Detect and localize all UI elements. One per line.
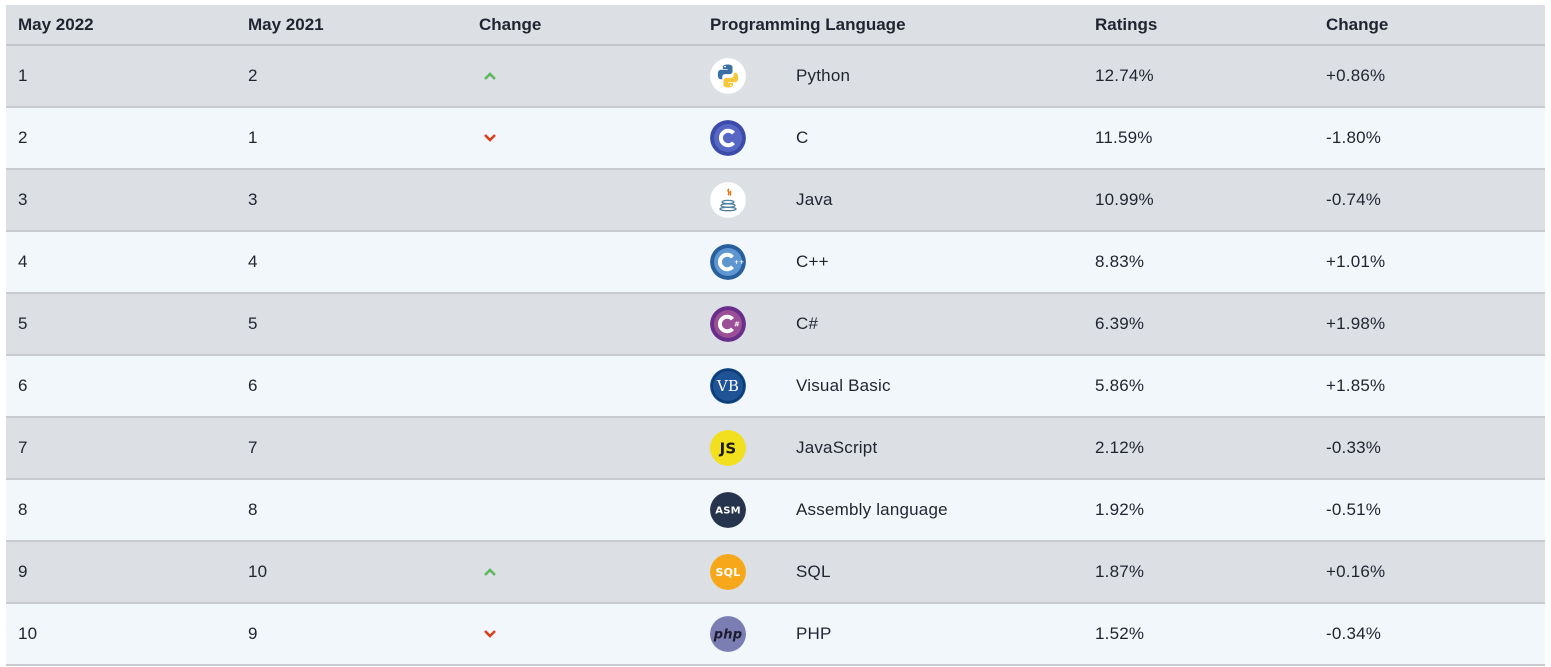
language-link[interactable]: C++ <box>796 252 829 272</box>
current-rank: 1 <box>18 66 28 85</box>
current-rank: 4 <box>18 252 28 271</box>
trend-up-icon <box>479 68 501 84</box>
table-body: 1 2 Python 12.74% +0.86% 2 1 C 11.59% -1.80% 3 3 Jav… <box>6 46 1545 666</box>
assembly-icon: ASM <box>710 492 746 528</box>
current-rank: 3 <box>18 190 28 209</box>
rating-change: -0.34% <box>1326 624 1382 643</box>
previous-rank: 8 <box>248 500 258 519</box>
previous-rank: 3 <box>248 190 258 209</box>
trend-down-icon <box>479 130 501 146</box>
language-link[interactable]: PHP <box>796 624 832 644</box>
previous-rank: 7 <box>248 438 258 457</box>
previous-rank: 2 <box>248 66 258 85</box>
php-logo-text: php <box>713 628 742 643</box>
table-row: 4 4 ++ C++ 8.83% +1.01% <box>6 232 1545 294</box>
ranking-table: May 2022 May 2021 Change Programming Lan… <box>6 5 1545 666</box>
language-link[interactable]: C# <box>796 314 818 334</box>
language-link[interactable]: Java <box>796 190 833 210</box>
svg-text:++: ++ <box>734 259 744 266</box>
svg-text:#: # <box>734 321 740 329</box>
previous-rank: 4 <box>248 252 258 271</box>
table-row: 2 1 C 11.59% -1.80% <box>6 108 1545 170</box>
previous-rank: 5 <box>248 314 258 333</box>
rating-change: -0.33% <box>1326 438 1382 457</box>
php-icon: php <box>710 616 746 652</box>
javascript-icon: JS <box>710 430 746 466</box>
rating-value: 2.12% <box>1095 438 1145 457</box>
sql-icon: SQL <box>710 554 746 590</box>
current-rank: 6 <box>18 376 28 395</box>
previous-rank: 10 <box>248 562 268 581</box>
asm-logo-text: ASM <box>715 506 741 517</box>
visual-basic-icon: VB <box>710 368 746 404</box>
language-link[interactable]: SQL <box>796 562 831 582</box>
table-row: 6 6 VB Visual Basic 5.86% +1.85% <box>6 356 1545 418</box>
trend-up-icon <box>479 564 501 580</box>
rating-value: 1.87% <box>1095 562 1145 581</box>
table-header: May 2022 May 2021 Change Programming Lan… <box>6 5 1545 46</box>
rating-change: -1.80% <box>1326 128 1382 147</box>
table-row: 7 7 JS JavaScript 2.12% -0.33% <box>6 418 1545 480</box>
header-rating-change[interactable]: Change <box>1326 15 1388 35</box>
table-row: 10 9 php PHP 1.52% -0.34% <box>6 604 1545 666</box>
rating-value: 11.59% <box>1095 128 1153 147</box>
language-link[interactable]: Assembly language <box>796 500 948 520</box>
rating-value: 1.92% <box>1095 500 1145 519</box>
language-link[interactable]: Python <box>796 66 850 86</box>
c-icon <box>710 120 746 156</box>
csharp-icon: # <box>710 306 746 342</box>
rating-change: -0.74% <box>1326 190 1382 209</box>
header-previous-month[interactable]: May 2021 <box>248 15 324 35</box>
rating-change: +0.16% <box>1326 562 1386 581</box>
previous-rank: 9 <box>248 624 258 643</box>
current-rank: 5 <box>18 314 28 333</box>
trend-down-icon <box>479 626 501 642</box>
header-ratings[interactable]: Ratings <box>1095 15 1157 35</box>
rating-change: -0.51% <box>1326 500 1382 519</box>
rating-value: 10.99% <box>1095 190 1154 209</box>
header-language[interactable]: Programming Language <box>710 15 906 35</box>
rating-value: 1.52% <box>1095 624 1145 643</box>
current-rank: 9 <box>18 562 28 581</box>
table-row: 5 5 # C# 6.39% +1.98% <box>6 294 1545 356</box>
rating-change: +1.98% <box>1326 314 1386 333</box>
current-rank: 10 <box>18 624 38 643</box>
rating-change: +0.86% <box>1326 66 1386 85</box>
rating-change: +1.85% <box>1326 376 1386 395</box>
previous-rank: 6 <box>248 376 258 395</box>
language-link[interactable]: JavaScript <box>796 438 877 458</box>
vb-logo-text: VB <box>716 377 739 395</box>
table-row: 1 2 Python 12.74% +0.86% <box>6 46 1545 108</box>
rating-value: 12.74% <box>1095 66 1154 85</box>
table-row: 3 3 Java 10.99% -0.74% <box>6 170 1545 232</box>
header-current-month[interactable]: May 2022 <box>18 15 94 35</box>
js-logo-text: JS <box>719 440 737 458</box>
table-row: 9 10 SQL SQL 1.87% +0.16% <box>6 542 1545 604</box>
java-icon <box>710 182 746 218</box>
sql-logo-text: SQL <box>716 566 741 579</box>
current-rank: 2 <box>18 128 28 147</box>
rating-change: +1.01% <box>1326 252 1386 271</box>
python-icon <box>710 58 746 94</box>
table-row: 8 8 ASM Assembly language 1.92% -0.51% <box>6 480 1545 542</box>
language-link[interactable]: Visual Basic <box>796 376 891 396</box>
rating-value: 8.83% <box>1095 252 1145 271</box>
current-rank: 8 <box>18 500 28 519</box>
rating-value: 6.39% <box>1095 314 1145 333</box>
header-change[interactable]: Change <box>479 15 541 35</box>
language-link[interactable]: C <box>796 128 808 148</box>
rating-value: 5.86% <box>1095 376 1145 395</box>
cplusplus-icon: ++ <box>710 244 746 280</box>
current-rank: 7 <box>18 438 28 457</box>
previous-rank: 1 <box>248 128 258 147</box>
